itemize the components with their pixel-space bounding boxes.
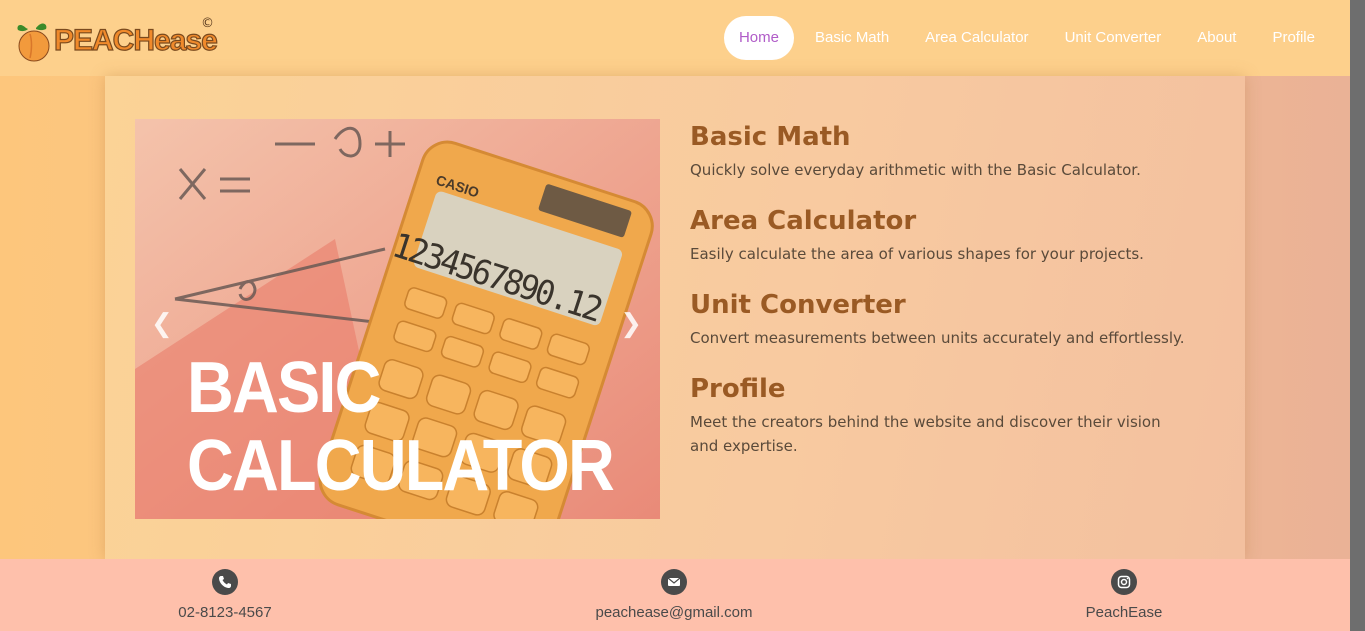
features-list: Basic Math Quickly solve everyday arithm… xyxy=(690,120,1190,480)
nav-basic-math[interactable]: Basic Math xyxy=(800,16,904,60)
site-header: PEACHease © Home Basic Math Area Calcula… xyxy=(0,0,1350,76)
site-footer: 02-8123-4567 peachease@gmail.com PeachEa… xyxy=(0,559,1350,631)
nav-area-calculator[interactable]: Area Calculator xyxy=(910,16,1043,60)
phone-number: 02-8123-4567 xyxy=(178,604,272,621)
feature-title: Area Calculator xyxy=(690,206,917,236)
slide-title-line1: BASIC xyxy=(187,348,381,428)
contact-instagram[interactable]: PeachEase xyxy=(974,569,1274,623)
chevron-left-icon[interactable]: ❮ xyxy=(151,309,173,339)
feature-description: Convert measurements between units accur… xyxy=(690,329,1185,347)
main-card: CASIO 1234567890.12 BASIC CALCULATOR ❮ ❯… xyxy=(105,76,1245,560)
feature-description: Quickly solve everyday arithmetic with t… xyxy=(690,161,1141,179)
mail-icon xyxy=(661,569,687,595)
contact-phone[interactable]: 02-8123-4567 xyxy=(75,569,375,623)
contact-email[interactable]: peachease@gmail.com xyxy=(524,569,824,623)
feature-title: Profile xyxy=(690,374,786,404)
peach-icon xyxy=(17,23,50,62)
feature-title: Unit Converter xyxy=(690,290,906,320)
phone-icon xyxy=(212,569,238,595)
feature-area-calculator: Area Calculator Easily calculate the are… xyxy=(690,204,1190,266)
nav-home[interactable]: Home xyxy=(723,16,794,60)
brand-name: PEACHease xyxy=(53,23,218,57)
copyright-mark: © xyxy=(201,16,214,31)
slide-title-line2: CALCULATOR xyxy=(187,426,615,506)
feature-profile: Profile Meet the creators behind the web… xyxy=(690,372,1190,458)
email-address: peachease@gmail.com xyxy=(595,604,753,621)
feature-unit-converter: Unit Converter Convert measurements betw… xyxy=(690,288,1190,350)
carousel-slide-title: BASIC CALCULATOR xyxy=(187,348,615,506)
nav-profile[interactable]: Profile xyxy=(1257,16,1330,60)
scrollbar[interactable] xyxy=(1350,0,1365,631)
main-nav: Home Basic Math Area Calculator Unit Con… xyxy=(718,16,1330,60)
nav-unit-converter[interactable]: Unit Converter xyxy=(1050,16,1177,60)
feature-title: Basic Math xyxy=(690,122,851,152)
nav-about[interactable]: About xyxy=(1182,16,1251,60)
feature-description: Meet the creators behind the website and… xyxy=(690,413,1161,455)
carousel[interactable]: CASIO 1234567890.12 BASIC CALCULATOR ❮ ❯ xyxy=(135,119,660,519)
feature-description: Easily calculate the area of various sha… xyxy=(690,245,1144,263)
feature-basic-math: Basic Math Quickly solve everyday arithm… xyxy=(690,120,1190,182)
instagram-icon xyxy=(1111,569,1137,595)
instagram-handle: PeachEase xyxy=(1085,604,1163,621)
logo[interactable]: PEACHease © xyxy=(16,14,218,62)
chevron-right-icon[interactable]: ❯ xyxy=(620,309,642,339)
